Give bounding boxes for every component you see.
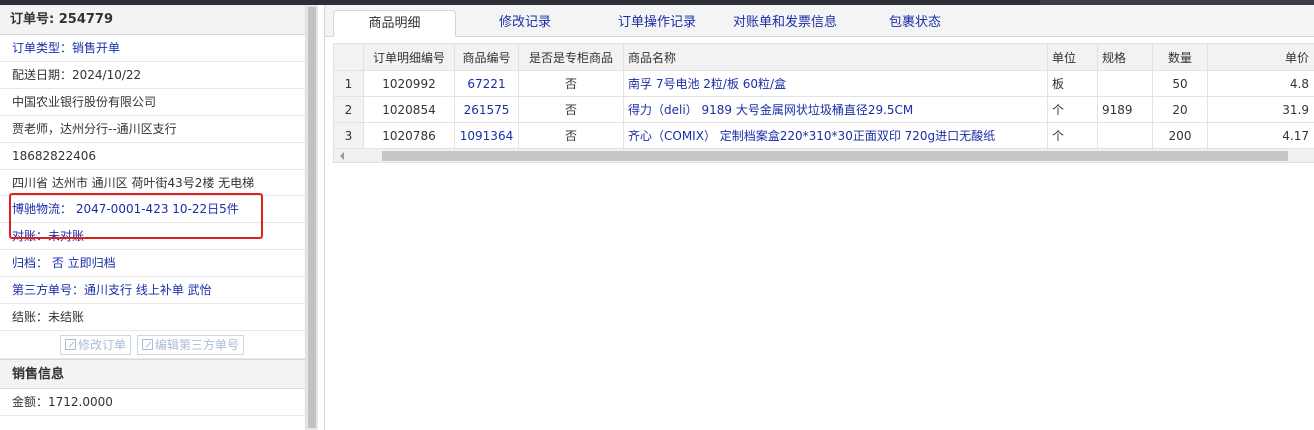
header-spec[interactable]: 规格: [1097, 43, 1153, 71]
row-number: 1: [333, 70, 364, 97]
order-actions: 修改订单 编辑第三方单号: [0, 331, 305, 359]
archive-now-link[interactable]: 否 立即归档: [52, 256, 116, 270]
table-header-row: 订单明细编号 商品编号 是否是专柜商品 商品名称 单位 规格 数量 单价: [333, 43, 1314, 71]
detail-no-cell: 1020786: [363, 122, 455, 149]
price-cell: 4.8: [1207, 70, 1314, 97]
tab-package-status[interactable]: 包裹状态: [865, 10, 965, 37]
table-row[interactable]: 2 1020854 261575 否 得力（deli） 9189 大号金属网状垃…: [333, 96, 1314, 123]
detail-no-cell: 1020992: [363, 70, 455, 97]
sku-link[interactable]: 67221: [454, 70, 519, 97]
settle-status: 结账：未结账: [0, 304, 305, 331]
unit-cell: 板: [1047, 70, 1098, 97]
tab-statement-invoice[interactable]: 对账单和发票信息: [725, 10, 845, 37]
edit-order-label: 修改订单: [78, 338, 127, 352]
header-detail-no[interactable]: 订单明细编号: [363, 43, 455, 71]
counter-cell: 否: [518, 122, 624, 149]
sales-info-title: 销售信息: [0, 359, 305, 389]
header-sku[interactable]: 商品编号: [454, 43, 519, 71]
sales-amount: 金额：1712.0000: [0, 389, 305, 416]
archive-status: 归档： 否 立即归档: [0, 250, 305, 277]
table-row[interactable]: 1 1020992 67221 否 南孚 7号电池 2粒/板 60粒/盒 板 5…: [333, 70, 1314, 97]
customer-phone: 18682822406: [0, 143, 305, 170]
edit-icon: [141, 339, 153, 350]
tab-bar: 商品明细 修改记录 订单操作记录 对账单和发票信息 包裹状态: [325, 5, 1314, 37]
detail-area: 商品明细 修改记录 订单操作记录 对账单和发票信息 包裹状态 订单明细编号 商品…: [324, 5, 1314, 430]
sku-link[interactable]: 261575: [454, 96, 519, 123]
tab-product-details[interactable]: 商品明细: [333, 10, 456, 37]
scroll-left-arrow-icon[interactable]: [340, 152, 344, 160]
customer-contact: 贾老师，达州分行--通川区支行: [0, 116, 305, 143]
unit-cell: 个: [1047, 96, 1098, 123]
archive-label: 归档：: [12, 256, 49, 270]
table-row[interactable]: 3 1020786 1091364 否 齐心（COMIX） 定制档案盒220*3…: [333, 122, 1314, 149]
spec-cell: [1097, 122, 1153, 149]
unit-cell: 个: [1047, 122, 1098, 149]
detail-no-cell: 1020854: [363, 96, 455, 123]
header-price[interactable]: 单价: [1207, 43, 1314, 71]
qty-cell: 50: [1152, 70, 1208, 97]
header-unit[interactable]: 单位: [1047, 43, 1098, 71]
delivery-date: 配送日期：2024/10/22: [0, 62, 305, 89]
left-scrollbar[interactable]: [306, 5, 318, 430]
highlight-box: [9, 193, 263, 239]
edit-third-party-label: 编辑第三方单号: [154, 338, 239, 352]
order-type: 订单类型：销售开单: [0, 35, 305, 62]
price-cell: 4.17: [1207, 122, 1314, 149]
qty-cell: 200: [1152, 122, 1208, 149]
row-number: 2: [333, 96, 364, 123]
edit-icon: [65, 339, 76, 350]
product-grid: 订单明细编号 商品编号 是否是专柜商品 商品名称 单位 规格 数量 单价 1 1…: [333, 43, 1314, 163]
customer-company: 中国农业银行股份有限公司: [0, 89, 305, 116]
row-number: 3: [333, 122, 364, 149]
counter-cell: 否: [518, 70, 624, 97]
header-product-name[interactable]: 商品名称: [623, 43, 1048, 71]
spec-cell: 9189: [1097, 96, 1153, 123]
header-qty[interactable]: 数量: [1152, 43, 1208, 71]
product-name-link[interactable]: 得力（deli） 9189 大号金属网状垃圾桶直径29.5CM: [623, 96, 1048, 123]
edit-order-button[interactable]: 修改订单: [60, 335, 132, 355]
spec-cell: [1097, 70, 1153, 97]
tab-order-operation-log[interactable]: 订单操作记录: [597, 10, 717, 37]
qty-cell: 20: [1152, 96, 1208, 123]
horizontal-scroll-thumb[interactable]: [382, 151, 1288, 161]
third-party-number[interactable]: 第三方单号：通川支行 线上补单 武怡: [0, 277, 305, 304]
header-row-number: [333, 43, 364, 71]
scrollbar-thumb[interactable]: [308, 7, 316, 428]
header-counter[interactable]: 是否是专柜商品: [518, 43, 624, 71]
product-name-link[interactable]: 南孚 7号电池 2粒/板 60粒/盒: [623, 70, 1048, 97]
sku-link[interactable]: 1091364: [454, 122, 519, 149]
tab-edit-history[interactable]: 修改记录: [475, 10, 575, 37]
edit-third-party-button[interactable]: 编辑第三方单号: [136, 335, 244, 355]
horizontal-scrollbar[interactable]: [333, 149, 1314, 163]
order-number-title: 订单号: 254779: [0, 5, 305, 35]
price-cell: 31.9: [1207, 96, 1314, 123]
counter-cell: 否: [518, 96, 624, 123]
product-table: 订单明细编号 商品编号 是否是专柜商品 商品名称 单位 规格 数量 单价 1 1…: [333, 43, 1314, 149]
product-name-link[interactable]: 齐心（COMIX） 定制档案盒220*310*30正面双印 720g进口无酸纸: [623, 122, 1048, 149]
